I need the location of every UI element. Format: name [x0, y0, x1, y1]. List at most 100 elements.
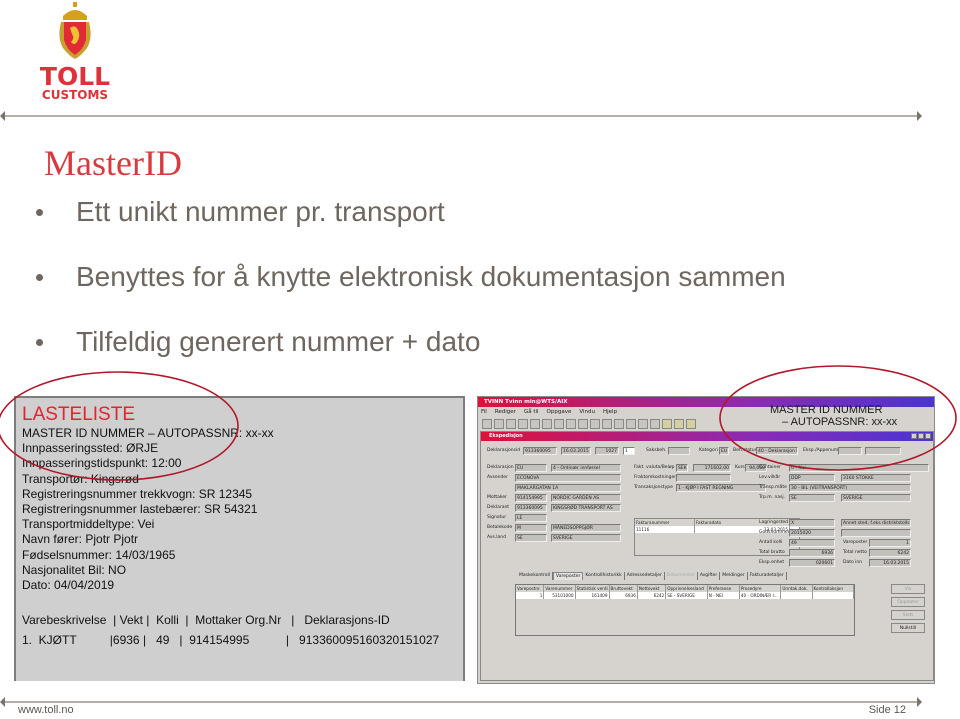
lagringssted-text-field[interactable]: Annet sted, f.eks distriktstollste — [841, 519, 911, 527]
toolbar-icon[interactable] — [554, 419, 564, 429]
new-icon[interactable] — [482, 419, 492, 429]
print-icon[interactable] — [602, 419, 612, 429]
lagringssted-field[interactable]: X — [789, 519, 835, 527]
ekspapenummer-field[interactable] — [838, 447, 862, 455]
column-header[interactable]: Bruttovekt — [609, 585, 638, 592]
trpnasj-text-field[interactable]: SVERIGE — [841, 494, 911, 502]
window-controls — [911, 433, 931, 439]
table-row[interactable]: 1 53101000 161409 6936 6242 SE - SVERIGE… — [516, 592, 855, 599]
column-header[interactable]: Varepostnr. — [516, 585, 545, 592]
saksbeh-field[interactable] — [668, 447, 690, 455]
tab-vareposter[interactable]: Vareposter — [553, 572, 584, 580]
slett-button[interactable]: Slett — [891, 610, 925, 620]
godsnummer-extra-field[interactable] — [841, 529, 911, 537]
toolbar-icon[interactable] — [590, 419, 600, 429]
column-header[interactable]: Varenummer — [544, 585, 576, 592]
label: Avsender — [487, 475, 508, 480]
toolbar-icon[interactable] — [542, 419, 552, 429]
tab-maskekontroll[interactable]: Maskekontroll — [517, 572, 554, 580]
menu-hjelp[interactable]: Hjelp — [603, 407, 617, 417]
tab-meldinger[interactable]: Meldinger — [720, 572, 748, 580]
column-header[interactable]: Preferanse — [707, 585, 740, 592]
save-icon[interactable] — [506, 419, 516, 429]
column-header[interactable]: Fakturanummer — [635, 519, 695, 526]
deklarant-nr-field[interactable]: 913360095 — [515, 504, 547, 512]
oppdater-button[interactable]: Oppdater — [891, 597, 925, 607]
godsnummer-field[interactable]: 2015020 — [789, 529, 835, 537]
transpmate-field[interactable]: 30 - BIL (VEITRANSPORT) — [789, 484, 911, 492]
deklarasjonsid-field[interactable]: 913360095 — [523, 447, 557, 455]
signatur-field[interactable]: LE — [515, 514, 547, 522]
column-header[interactable]: Unntak.dok. — [781, 585, 813, 592]
tab-dokumenter[interactable]: Dokumenter — [665, 572, 698, 580]
label: Deklarant — [487, 505, 510, 510]
vareposter-field[interactable]: 1 — [869, 539, 911, 547]
toolbar-icon[interactable] — [650, 419, 660, 429]
tab-fakturadetaljer[interactable]: Fakturadetaljer — [748, 572, 787, 580]
ekspenhet-field[interactable]: 020601 — [789, 559, 835, 567]
betalekode-field[interactable]: M — [515, 524, 547, 532]
date-field[interactable]: 16.03.2015 — [561, 447, 591, 455]
tab-adressedetaljer[interactable]: Adressedetaljer — [625, 572, 665, 580]
ekspapenummer-field-2[interactable] — [865, 447, 901, 455]
menu-vindu[interactable]: Vindu — [579, 407, 595, 417]
container-field[interactable]: 0 - Nei — [789, 464, 929, 472]
tab-kontrollhistorikk[interactable]: Kontrollhistorikk — [583, 572, 625, 580]
deklarant-field[interactable]: KINGSRØD TRANSPORT AS — [551, 504, 621, 512]
totalbrutto-field[interactable]: 6936 — [789, 549, 835, 557]
printer-icon[interactable] — [674, 419, 684, 429]
kategori-field[interactable]: EU — [719, 447, 729, 455]
antallkolli-field[interactable]: 49 — [789, 539, 835, 547]
label: Total brutto — [759, 550, 785, 555]
column-header[interactable]: Kontrollaksjon — [812, 585, 855, 592]
column-header[interactable]: Prosedyre — [739, 585, 782, 592]
number-field[interactable]: 1027 — [595, 447, 619, 455]
pin-icon[interactable] — [662, 419, 672, 429]
vis-button[interactable]: Vis — [891, 584, 925, 594]
close-icon[interactable] — [925, 433, 931, 439]
avsland-text-field[interactable]: SVERIGE — [551, 534, 621, 542]
toolbar-icon[interactable] — [638, 419, 648, 429]
minimize-icon[interactable] — [911, 433, 917, 439]
menu-fil[interactable]: Fil — [481, 407, 487, 417]
datoinn-field[interactable]: 16.03.2015 — [869, 559, 911, 567]
open-icon[interactable] — [494, 419, 504, 429]
toolbar-icon[interactable] — [566, 419, 576, 429]
valuta-field[interactable]: SEK — [676, 464, 688, 472]
toolbar-icon[interactable] — [530, 419, 540, 429]
fraktkost-field[interactable] — [676, 474, 731, 482]
menu-ga-til[interactable]: Gå til — [524, 407, 539, 417]
trpnasj-field[interactable]: SE — [789, 494, 835, 502]
deklarasjon-field[interactable]: EU — [515, 464, 547, 472]
levvilk-text-field[interactable]: 3160 STOKKE — [841, 474, 911, 482]
levvilk-field[interactable]: DDP — [789, 474, 835, 482]
betalekode-text-field[interactable]: MÅNEDSOPPGJØR — [551, 524, 621, 532]
mottaker-nr-field[interactable]: 914154995 — [515, 494, 547, 502]
totalnetto-field[interactable]: 6242 — [869, 549, 911, 557]
avsender-address-field[interactable]: MAKLARGATAN 1A — [515, 484, 621, 492]
column-header[interactable]: Statistisk verdi — [575, 585, 610, 592]
delete-icon[interactable] — [518, 419, 528, 429]
tab-avgifter[interactable]: Avgifter — [698, 572, 721, 580]
search-icon[interactable] — [626, 419, 636, 429]
menu-rediger[interactable]: Rediger — [495, 407, 516, 417]
deklarasjon-type-field[interactable]: 4 - Ordinær innførsel — [551, 464, 621, 472]
transtype-field[interactable]: 1 - KJØP I FAST REGNING — [676, 484, 766, 492]
tools-icon[interactable] — [614, 419, 624, 429]
maximize-icon[interactable] — [918, 433, 924, 439]
column-header[interactable]: Nettovekt — [637, 585, 667, 592]
label: Transaksjonstype — [634, 485, 673, 490]
cell: 40 - ORDINÆR I... — [740, 592, 782, 599]
help-icon[interactable] — [686, 419, 696, 429]
check-icon[interactable] — [578, 419, 588, 429]
avsland-field[interactable]: SE — [515, 534, 547, 542]
behstatus-field[interactable]: 40 - Deklarasjon klar for mue — [756, 447, 798, 455]
avsender-field[interactable]: ECONOVA — [515, 474, 621, 482]
sequence-dropdown[interactable]: 1 — [623, 447, 635, 455]
nullstill-button[interactable]: Nullstill — [891, 623, 925, 633]
footer-url-link[interactable]: www.toll.no — [18, 704, 74, 716]
mottaker-field[interactable]: NORDIC GARDEN AS — [551, 494, 621, 502]
column-header[interactable]: Opprinnelsesland — [666, 585, 708, 592]
menu-oppgave[interactable]: Oppgave — [547, 407, 572, 417]
belop-field[interactable]: 171602,00 — [693, 464, 731, 472]
